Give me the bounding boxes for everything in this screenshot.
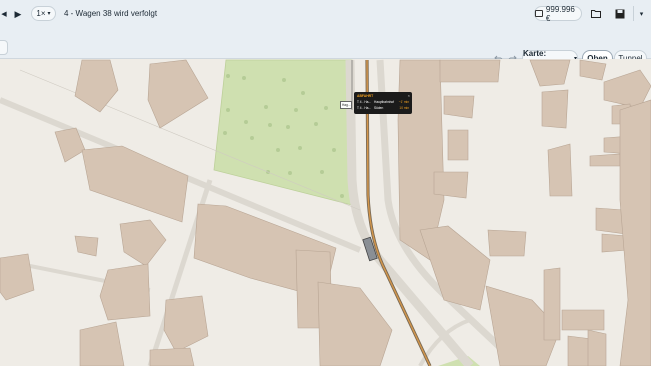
money-display: 999.996 €	[534, 5, 582, 23]
close-icon[interactable]: ×	[408, 93, 410, 98]
departure-row: T 4 - Ha... Süden	[357, 106, 384, 110]
departure-time: ~1' min	[398, 100, 409, 104]
chevron-down-icon: ▾	[639, 10, 644, 18]
top-toolbar: ◀ ▶ 1× ▾ 4 - Wagen 38 wird verfolgt 999.…	[0, 0, 651, 29]
departure-popup: ABFAHRT × T 4 - Ha... Hauptbahnhof ~1' m…	[354, 92, 412, 114]
stop-marker[interactable]: Hag...	[340, 101, 352, 109]
popup-header: ABFAHRT	[357, 94, 374, 98]
folder-icon	[591, 10, 601, 18]
departure-time: 10 min	[399, 106, 409, 110]
play-icon: ▶	[14, 8, 22, 19]
map-canvas[interactable]	[0, 59, 651, 366]
previous-button[interactable]: ◀	[0, 7, 8, 21]
menu-dropdown[interactable]: ▾	[633, 6, 649, 21]
save-icon	[615, 9, 625, 18]
speed-dropdown[interactable]: 1× ▾	[31, 6, 56, 21]
departure-row: T 4 - Ha... Hauptbahnhof	[357, 100, 395, 104]
scenario-title: 4 - Wagen 38 wird verfolgt	[64, 9, 158, 18]
wallet-icon	[535, 10, 543, 17]
open-button[interactable]	[587, 6, 605, 21]
chevron-down-icon: ▾	[47, 11, 51, 17]
map-view[interactable]: Hag... ABFAHRT × T 4 - Ha... Hauptbahnho…	[0, 59, 651, 366]
save-button[interactable]	[611, 6, 629, 21]
panel-toggle-button[interactable]	[0, 40, 8, 55]
play-button[interactable]: ▶	[12, 7, 24, 21]
map-toolbar: Karte: Technik ▾ Oben Tunnel	[0, 28, 651, 67]
